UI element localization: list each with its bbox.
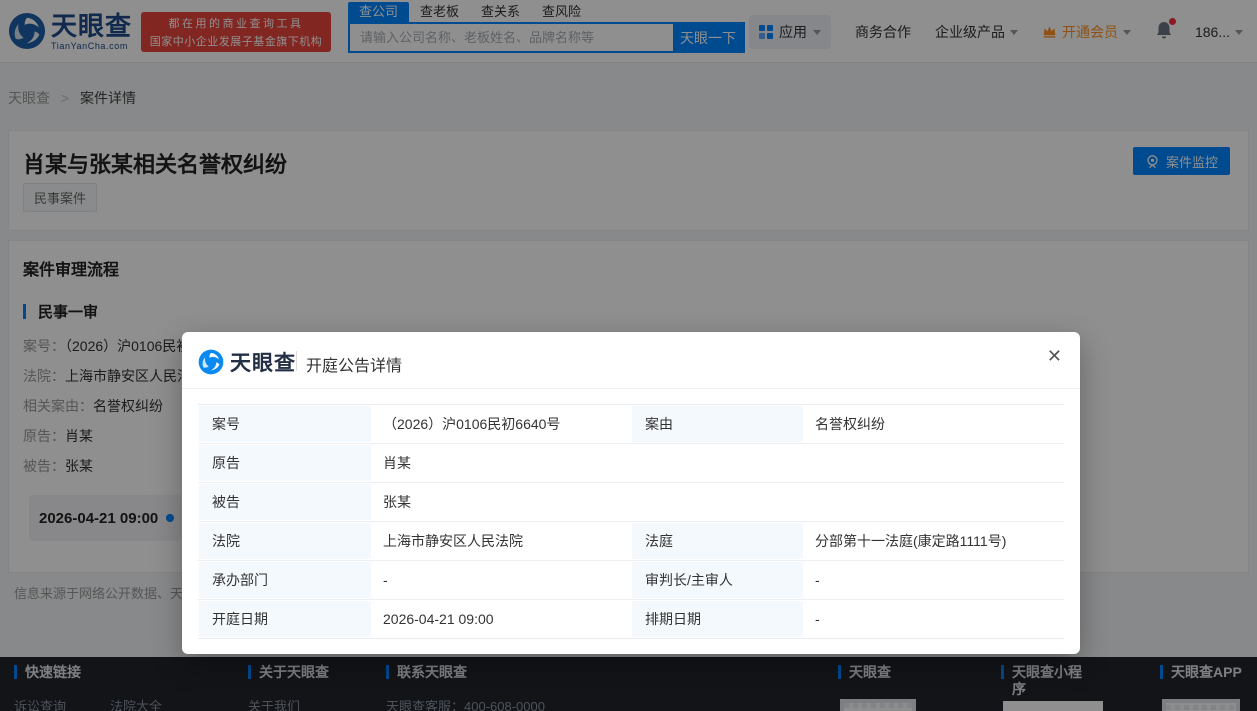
row-value: 肖某 <box>372 444 1064 482</box>
row-value: 分部第十一法庭(康定路1111号) <box>804 522 1064 560</box>
modal-logo-name: 天眼查 <box>230 347 296 377</box>
row-value: 上海市静安区人民法院 <box>372 522 631 560</box>
table-row: 原告 肖某 <box>198 444 1064 483</box>
table-row: 开庭日期 2026-04-21 09:00 排期日期 - <box>198 600 1064 639</box>
row-value: 名誉权纠纷 <box>804 405 1064 443</box>
row-value: - <box>804 561 1064 599</box>
row-label: 案由 <box>631 405 804 443</box>
hearing-detail-modal: 天眼查 开庭公告详情 ✕ 案号 （2026）沪0106民初6640号 案由 名誉… <box>182 332 1080 654</box>
modal-header: 天眼查 开庭公告详情 ✕ <box>182 332 1080 389</box>
table-row: 法院 上海市静安区人民法院 法庭 分部第十一法庭(康定路1111号) <box>198 522 1064 561</box>
row-value: 张某 <box>372 483 1064 521</box>
table-row: 承办部门 - 审判长/主审人 - <box>198 561 1064 600</box>
table-row: 案号 （2026）沪0106民初6640号 案由 名誉权纠纷 <box>198 405 1064 444</box>
tianyancha-logo-icon <box>198 349 224 375</box>
row-label: 案号 <box>198 405 372 443</box>
row-label: 原告 <box>198 444 372 482</box>
modal-title: 开庭公告详情 <box>306 352 402 376</box>
row-label: 法院 <box>198 522 372 560</box>
close-icon[interactable]: ✕ <box>1047 347 1062 365</box>
row-label: 被告 <box>198 483 372 521</box>
row-value: （2026）沪0106民初6640号 <box>372 405 631 443</box>
modal-logo: 天眼查 <box>198 347 296 377</box>
hearing-detail-table: 案号 （2026）沪0106民初6640号 案由 名誉权纠纷 原告 肖某 被告 … <box>198 404 1064 639</box>
row-value: - <box>372 561 631 599</box>
row-label: 法庭 <box>631 522 804 560</box>
row-label: 审判长/主审人 <box>631 561 804 599</box>
row-label: 开庭日期 <box>198 600 372 638</box>
table-row: 被告 张某 <box>198 483 1064 522</box>
row-value: - <box>804 600 1064 638</box>
row-label: 承办部门 <box>198 561 372 599</box>
row-label: 排期日期 <box>631 600 804 638</box>
divider <box>296 351 297 371</box>
row-value: 2026-04-21 09:00 <box>372 600 631 638</box>
page: 天眼查 TianYanCha.com 都在用的商业查询工具 国家中小企业发展子基… <box>0 0 1257 711</box>
